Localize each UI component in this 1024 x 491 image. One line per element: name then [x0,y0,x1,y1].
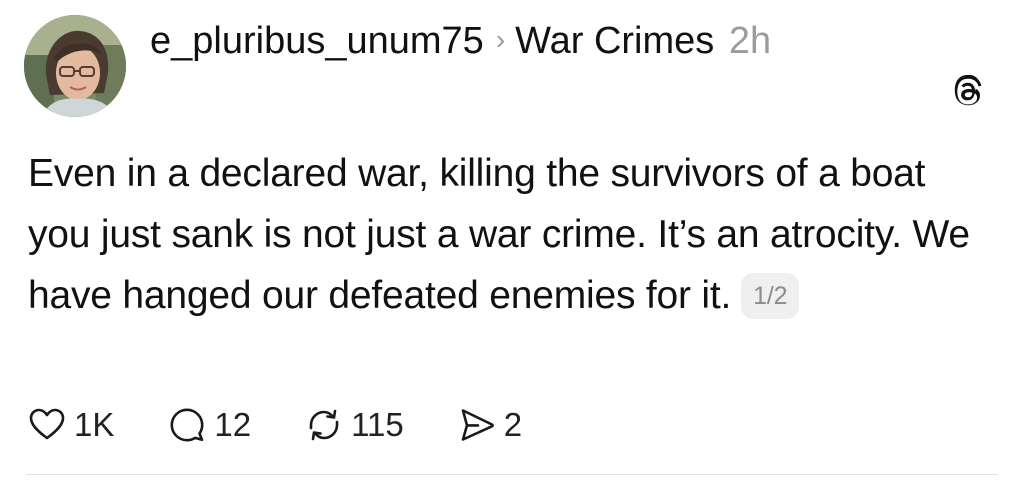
reply-count: 12 [214,406,252,443]
repost-count: 115 [351,406,404,443]
share-button[interactable]: 2 [456,404,522,446]
chevron-right-icon: › [495,24,506,55]
reply-button[interactable]: 12 [166,404,251,446]
avatar[interactable] [24,15,126,117]
send-icon [461,409,494,441]
like-count: 1K [74,406,115,443]
repost-button[interactable]: 115 [303,404,404,446]
threads-post: e_pluribus_unum75 › War Crimes 2h Even in … [0,0,1024,491]
post-header: e_pluribus_unum75 › War Crimes 2h [150,14,790,71]
topic-tag-link[interactable]: War Crimes [515,20,714,62]
comment-bubble-icon [170,408,204,442]
like-button[interactable]: 1K [26,404,114,446]
post-divider [26,474,998,475]
action-bar: 1K 12 115 2 [26,400,574,450]
avatar-image [24,15,126,117]
post-body: Even in a declared war, killing the surv… [28,143,998,326]
heart-icon [29,408,65,440]
post-text: Even in a declared war, killing the surv… [28,152,970,317]
page-indicator-badge: 1/2 [741,273,800,319]
threads-logo-icon[interactable] [948,72,988,112]
username-link[interactable]: e_pluribus_unum75 [150,20,484,62]
repost-arrows-icon [309,409,339,441]
share-count: 2 [503,406,523,443]
post-timestamp: 2h [728,20,772,62]
